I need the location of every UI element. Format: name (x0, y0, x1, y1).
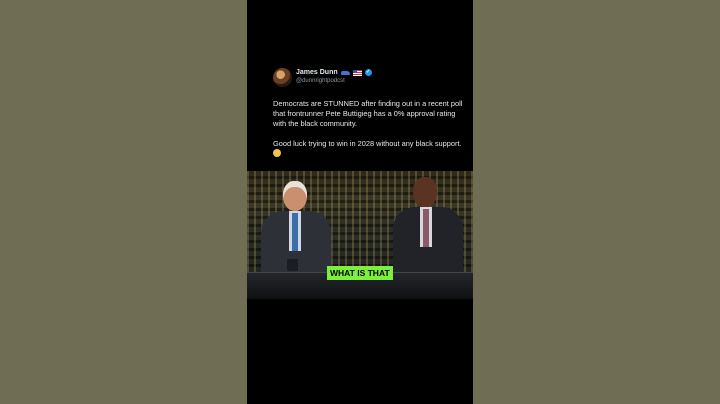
left-letterbox (0, 0, 247, 404)
laughing-emoji-icon (273, 149, 281, 157)
tweet-paragraph-2-text: Good luck trying to win in 2028 without … (273, 139, 462, 148)
coffee-mug (287, 259, 298, 271)
author-avatar[interactable] (273, 68, 292, 87)
tweet-paragraph-2: Good luck trying to win in 2028 without … (273, 139, 463, 159)
author-handle[interactable]: @dunnrightpodcst (296, 78, 345, 84)
tweet-paragraph: Democrats are STUNNED after finding out … (273, 99, 463, 128)
tweet-body: Democrats are STUNNED after finding out … (273, 99, 463, 169)
author-name[interactable]: James Dunn (296, 69, 338, 76)
video-frame[interactable]: James Dunn ✓ @dunnrightpodcst Democrats … (247, 0, 473, 404)
video-clip[interactable]: WHAT IS THAT (247, 171, 473, 299)
guest-right (393, 177, 463, 281)
car-icon (340, 70, 350, 75)
us-flag-icon (352, 69, 362, 76)
subtitle-caption: WHAT IS THAT (327, 266, 393, 280)
verified-badge-icon: ✓ (364, 69, 372, 76)
right-letterbox (473, 0, 720, 404)
author-name-row: James Dunn ✓ (296, 69, 372, 76)
